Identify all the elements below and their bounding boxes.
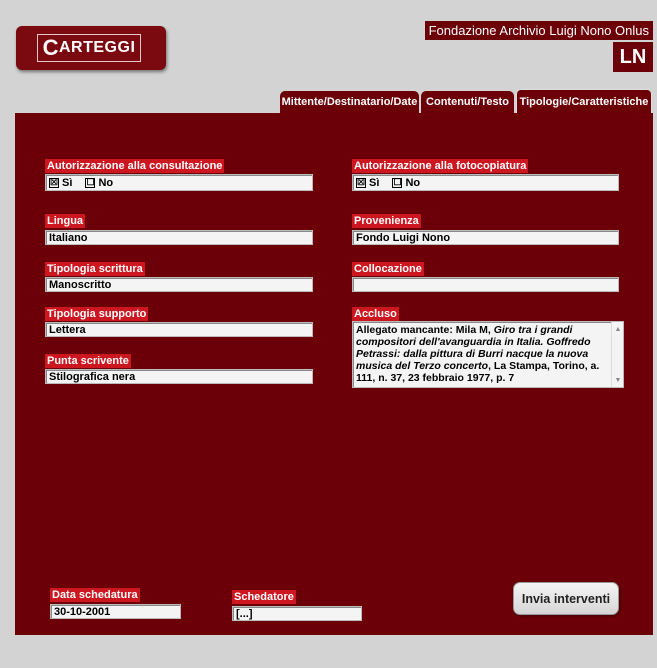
lingua-field[interactable]: Italiano: [45, 230, 313, 245]
collocazione-field[interactable]: [352, 277, 619, 292]
consultazione-no-checkbox[interactable]: ☐ No: [85, 177, 113, 189]
fotocopiatura-no-checkbox[interactable]: ☐ No: [392, 177, 420, 189]
fotocopiatura-field: ☒ Sì ☐ No: [352, 174, 619, 191]
ln-badge: LN: [613, 42, 653, 72]
tipologia-scrittura-label: Tipologia scrittura: [45, 262, 145, 276]
fotocopiatura-si-checkbox[interactable]: ☒ Sì: [356, 177, 379, 189]
checkbox-label: No: [405, 176, 421, 189]
checked-box-icon: ☒: [49, 177, 59, 188]
unchecked-box-icon: ☐: [392, 177, 403, 188]
accluso-label: Accluso: [352, 307, 399, 321]
collocazione-label: Collocazione: [352, 262, 424, 276]
invia-interventi-button[interactable]: Invia interventi: [513, 582, 619, 615]
lingua-label: Lingua: [45, 214, 86, 228]
provenienza-label: Provenienza: [352, 214, 421, 228]
tab-contenuti-testo[interactable]: Contenuti/Testo: [421, 91, 514, 113]
punta-scrivente-label: Punta scrivente: [45, 354, 131, 368]
unchecked-box-icon: ☐: [85, 177, 96, 188]
checkbox-label: No: [98, 176, 114, 189]
scroll-up-icon[interactable]: ▲: [612, 323, 623, 335]
tipologia-scrittura-field[interactable]: Manoscritto: [45, 277, 313, 292]
schedatore-label: Schedatore: [232, 590, 296, 604]
tab-tipologie-caratteristiche[interactable]: Tipologie/Caratteristiche: [516, 89, 652, 114]
fotocopiatura-label: Autorizzazione alla fotocopiatura: [352, 159, 529, 173]
accluso-text: Allegato mancante: Mila M, Giro tra i gr…: [356, 324, 609, 384]
data-schedatura-label: Data schedatura: [50, 588, 140, 602]
consultazione-si-checkbox[interactable]: ☒ Sì: [49, 177, 72, 189]
logo-label: C ARTEGGI: [37, 34, 141, 62]
accluso-segment: Allegato mancante: Mila M,: [356, 324, 494, 336]
tipologia-supporto-label: Tipologia supporto: [45, 307, 149, 321]
scroll-down-icon[interactable]: ▼: [612, 374, 623, 386]
accluso-scrollbar[interactable]: ▲ ▼: [611, 322, 623, 387]
logo-label-rest: ARTEGGI: [59, 39, 136, 56]
checked-box-icon: ☒: [356, 177, 366, 188]
data-schedatura-field[interactable]: 30-10-2001: [50, 604, 181, 619]
punta-scrivente-field[interactable]: Stilografica nera: [45, 369, 313, 384]
tab-mittente-destinatario-date[interactable]: Mittente/Destinatario/Date: [280, 91, 419, 113]
provenienza-field[interactable]: Fondo Luigi Nono: [352, 230, 619, 245]
accluso-textarea[interactable]: Allegato mancante: Mila M, Giro tra i gr…: [352, 321, 624, 388]
schedatore-field[interactable]: [...]: [232, 606, 362, 621]
checkbox-label: Sì: [369, 176, 380, 189]
consultazione-label: Autorizzazione alla consultazione: [45, 159, 225, 173]
foundation-title: Fondazione Archivio Luigi Nono Onlus: [424, 21, 653, 40]
consultazione-field: ☒ Sì ☐ No: [45, 174, 313, 191]
checkbox-label: Sì: [62, 176, 73, 189]
logo-button[interactable]: C ARTEGGI: [16, 26, 166, 70]
tipologia-supporto-field[interactable]: Lettera: [45, 322, 313, 337]
